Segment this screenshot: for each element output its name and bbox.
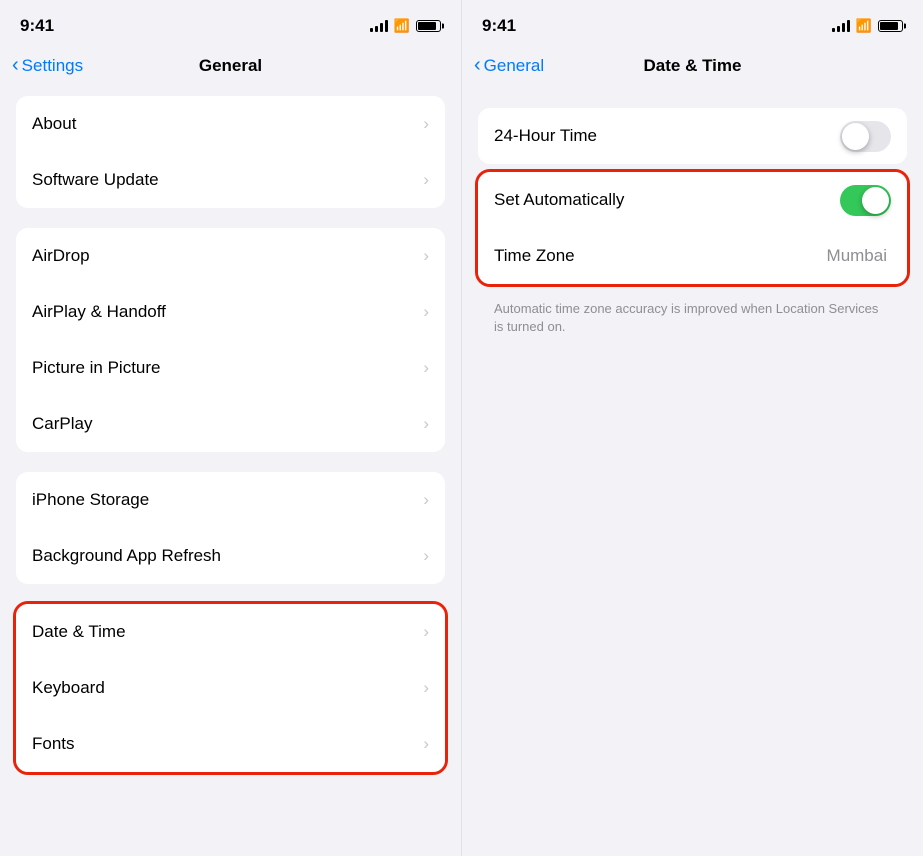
right-status-bar: 9:41 📶	[462, 0, 923, 44]
settings-row-background-refresh-chevron: ›	[423, 546, 429, 566]
signal-bar-4	[385, 20, 388, 32]
right-settings-content: 24-Hour Time Set Automatically Time Zone…	[462, 88, 923, 856]
settings-row-iphone-storage-chevron: ›	[423, 490, 429, 510]
left-battery-icon	[416, 20, 441, 32]
r-signal-bar-4	[847, 20, 850, 32]
settings-row-airplay-label: AirPlay & Handoff	[32, 302, 423, 322]
toggle-set-automatically[interactable]	[840, 185, 891, 216]
settings-row-date-time-label: Date & Time	[32, 622, 423, 642]
settings-row-about-label: About	[32, 114, 423, 134]
left-back-chevron-icon: ‹	[12, 54, 19, 77]
left-nav-bar: ‹ Settings General	[0, 44, 461, 88]
left-signal-icon	[370, 20, 388, 32]
left-wifi-icon: 📶	[394, 18, 410, 34]
left-settings-content: About › Software Update › AirDrop › AirP…	[0, 88, 461, 856]
r-signal-bar-3	[842, 23, 845, 32]
toggle-24hour-knob	[842, 123, 869, 150]
settings-row-keyboard-chevron: ›	[423, 678, 429, 698]
right-status-time: 9:41	[482, 16, 516, 36]
toggle-set-automatically-knob	[862, 187, 889, 214]
settings-row-software-update[interactable]: Software Update ›	[16, 152, 445, 208]
right-back-button[interactable]: ‹ General	[474, 55, 544, 77]
settings-row-airdrop-label: AirDrop	[32, 246, 423, 266]
right-signal-icon	[832, 20, 850, 32]
r-signal-bar-1	[832, 28, 835, 32]
left-panel: 9:41 📶 ‹ Settings General About	[0, 0, 461, 856]
right-panel: 9:41 📶 ‹ General Date & Time 24-Hour T	[461, 0, 923, 856]
settings-group-1: About › Software Update ›	[16, 96, 445, 208]
settings-row-airplay[interactable]: AirPlay & Handoff ›	[16, 284, 445, 340]
right-battery-icon	[878, 20, 903, 32]
right-status-icons: 📶	[832, 18, 903, 34]
settings-row-about-chevron: ›	[423, 114, 429, 134]
right-battery-fill	[880, 22, 898, 30]
settings-group-3: iPhone Storage › Background App Refresh …	[16, 472, 445, 584]
settings-group-2: AirDrop › AirPlay & Handoff › Picture in…	[16, 228, 445, 452]
toggle-24hour[interactable]	[840, 121, 891, 152]
settings-row-airplay-chevron: ›	[423, 302, 429, 322]
settings-row-airdrop-chevron: ›	[423, 246, 429, 266]
settings-row-background-refresh[interactable]: Background App Refresh ›	[16, 528, 445, 584]
right-row-timezone-label: Time Zone	[494, 246, 827, 266]
left-status-icons: 📶	[370, 18, 441, 34]
settings-group-4: Date & Time › Keyboard › Fonts ›	[16, 604, 445, 772]
signal-bar-3	[380, 23, 383, 32]
right-wifi-icon: 📶	[856, 18, 872, 34]
settings-row-pip-label: Picture in Picture	[32, 358, 423, 378]
right-nav-bar: ‹ General Date & Time	[462, 44, 923, 88]
settings-row-iphone-storage[interactable]: iPhone Storage ›	[16, 472, 445, 528]
right-nav-title: Date & Time	[644, 56, 742, 76]
settings-row-about[interactable]: About ›	[16, 96, 445, 152]
settings-row-pip[interactable]: Picture in Picture ›	[16, 340, 445, 396]
settings-row-fonts[interactable]: Fonts ›	[16, 716, 445, 772]
right-back-label: General	[484, 56, 544, 76]
right-settings-group-2: Set Automatically Time Zone Mumbai	[478, 172, 907, 284]
settings-row-carplay[interactable]: CarPlay ›	[16, 396, 445, 452]
settings-row-date-time[interactable]: Date & Time ›	[16, 604, 445, 660]
settings-row-keyboard[interactable]: Keyboard ›	[16, 660, 445, 716]
left-status-time: 9:41	[20, 16, 54, 36]
right-row-timezone-value: Mumbai	[827, 246, 887, 266]
right-back-chevron-icon: ‹	[474, 54, 481, 77]
left-back-label: Settings	[22, 56, 83, 76]
right-row-set-automatically: Set Automatically	[478, 172, 907, 228]
right-settings-group-1: 24-Hour Time	[478, 108, 907, 164]
right-row-set-automatically-label: Set Automatically	[494, 190, 840, 210]
right-row-timezone[interactable]: Time Zone Mumbai	[478, 228, 907, 284]
settings-row-iphone-storage-label: iPhone Storage	[32, 490, 423, 510]
left-status-bar: 9:41 📶	[0, 0, 461, 44]
signal-bar-1	[370, 28, 373, 32]
settings-row-keyboard-label: Keyboard	[32, 678, 423, 698]
left-nav-title: General	[199, 56, 262, 76]
settings-row-software-update-label: Software Update	[32, 170, 423, 190]
settings-row-fonts-chevron: ›	[423, 734, 429, 754]
right-row-24hour-label: 24-Hour Time	[494, 126, 840, 146]
settings-row-carplay-label: CarPlay	[32, 414, 423, 434]
settings-row-date-time-chevron: ›	[423, 622, 429, 642]
signal-bar-2	[375, 26, 378, 32]
settings-row-pip-chevron: ›	[423, 358, 429, 378]
left-battery-fill	[418, 22, 436, 30]
settings-row-airdrop[interactable]: AirDrop ›	[16, 228, 445, 284]
settings-row-background-refresh-label: Background App Refresh	[32, 546, 423, 566]
settings-row-fonts-label: Fonts	[32, 734, 423, 754]
r-signal-bar-2	[837, 26, 840, 32]
settings-row-software-update-chevron: ›	[423, 170, 429, 190]
settings-row-carplay-chevron: ›	[423, 414, 429, 434]
timezone-footnote: Automatic time zone accuracy is improved…	[478, 292, 907, 336]
right-row-24hour: 24-Hour Time	[478, 108, 907, 164]
left-back-button[interactable]: ‹ Settings	[12, 55, 83, 77]
